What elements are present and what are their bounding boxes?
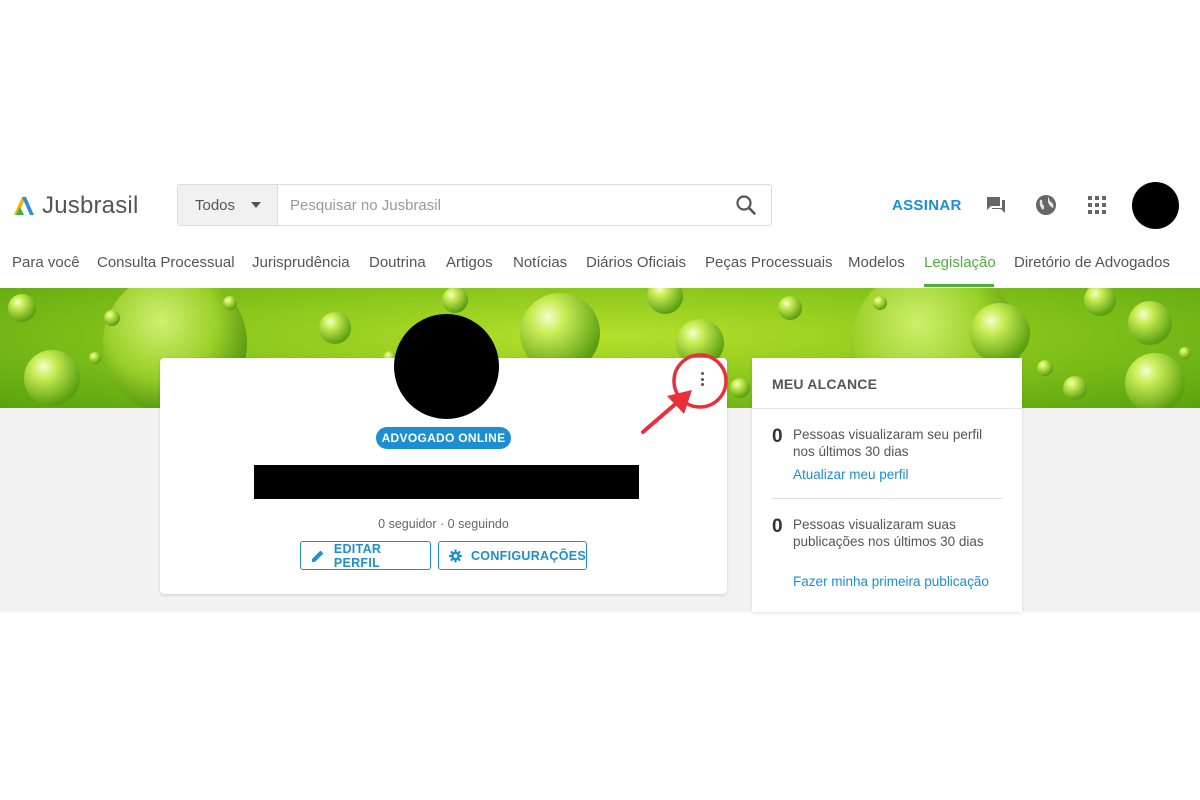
- search-scope-dropdown[interactable]: Todos: [178, 185, 278, 225]
- reach-divider: [772, 498, 1002, 499]
- nav-item-artigos[interactable]: Artigos: [446, 254, 493, 271]
- search-input[interactable]: [278, 185, 721, 225]
- logo-text: Jusbrasil: [42, 192, 139, 219]
- nav-item-diarios-oficiais[interactable]: Diários Oficiais: [586, 254, 686, 271]
- messages-icon[interactable]: [984, 193, 1008, 217]
- gear-icon: [449, 549, 462, 562]
- reach-card: MEU ALCANCE 0 Pessoas visualizaram seu p…: [752, 358, 1022, 612]
- search-button[interactable]: [721, 185, 771, 225]
- search-icon: [736, 195, 756, 215]
- stat-value: 0: [772, 426, 783, 447]
- update-profile-link[interactable]: Atualizar meu perfil: [793, 466, 1003, 483]
- nav-item-modelos[interactable]: Modelos: [848, 254, 905, 271]
- globe-icon[interactable]: [1034, 193, 1058, 217]
- search-scope-label: Todos: [195, 196, 236, 214]
- nav-item-consulta-processual[interactable]: Consulta Processual: [97, 254, 235, 271]
- settings-label: CONFIGURAÇÕES: [470, 548, 586, 563]
- edit-profile-label: EDITAR PERFIL: [333, 541, 382, 570]
- more-options-icon[interactable]: [694, 368, 710, 390]
- logo-mark-icon: [14, 197, 34, 215]
- nav-item-doutrina[interactable]: Doutrina: [369, 254, 426, 271]
- stat-description: Pessoas visualizaram seu perfil nos últi…: [793, 427, 983, 459]
- active-tab-indicator: [924, 284, 994, 287]
- pencil-icon: [311, 550, 324, 562]
- nav-item-diretorio-de-advogados[interactable]: Diretório de Advogados: [1014, 254, 1170, 271]
- user-avatar[interactable]: [1132, 182, 1179, 229]
- settings-button[interactable]: CONFIGURAÇÕES: [438, 541, 587, 570]
- follow-counts: 0 seguidor · 0 seguindo: [378, 517, 509, 531]
- caret-down-icon: [251, 202, 262, 208]
- nav-item-pecas-processuais[interactable]: Peças Processuais: [705, 254, 833, 271]
- stat-description: Pessoas visualizaram suas publicações no…: [793, 517, 984, 549]
- profile-avatar[interactable]: [394, 314, 499, 419]
- search-bar: Todos: [177, 184, 772, 226]
- stat-value: 0: [772, 516, 783, 537]
- nav-item-para-voce[interactable]: Para você: [12, 254, 80, 271]
- nav-item-noticias[interactable]: Notícias: [513, 254, 567, 271]
- reach-title: MEU ALCANCE: [772, 376, 878, 392]
- nav-item-legislacao[interactable]: Legislação: [924, 254, 996, 271]
- apps-grid-icon[interactable]: [1085, 193, 1109, 217]
- profile-name-redacted: [254, 465, 639, 499]
- edit-profile-button[interactable]: EDITAR PERFIL: [300, 541, 431, 570]
- reach-header-divider: [752, 408, 1022, 409]
- first-publication-link[interactable]: Fazer minha primeira publicação: [793, 573, 1003, 590]
- main-nav: Para você Consulta Processual Jurisprudê…: [0, 240, 1200, 288]
- top-header: Jusbrasil Todos ASSINAR: [0, 180, 1200, 232]
- status-badge: ADVOGADO ONLINE: [376, 427, 511, 449]
- subscribe-link[interactable]: ASSINAR: [892, 197, 962, 214]
- jusbrasil-logo[interactable]: Jusbrasil: [12, 192, 139, 220]
- nav-item-jurisprudencia[interactable]: Jurisprudência: [252, 254, 350, 271]
